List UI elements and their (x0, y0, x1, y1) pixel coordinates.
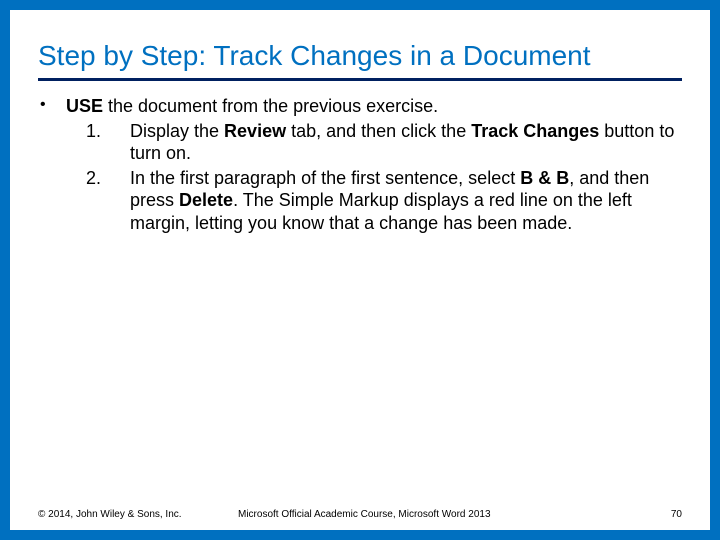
step-indent (38, 120, 86, 165)
bold-term: Track Changes (471, 121, 599, 141)
slide-inner: Step by Step: Track Changes in a Documen… (10, 10, 710, 530)
bold-term: Review (224, 121, 286, 141)
footer: © 2014, John Wiley & Sons, Inc. Microsof… (38, 509, 682, 520)
footer-course: Microsoft Official Academic Course, Micr… (238, 509, 642, 520)
step-row: 1.Display the Review tab, and then click… (38, 120, 682, 165)
lead-rest: the document from the previous exercise. (103, 96, 438, 116)
steps-list: 1.Display the Review tab, and then click… (38, 120, 682, 235)
step-number: 1. (86, 120, 130, 165)
step-row: 2.In the first paragraph of the first se… (38, 167, 682, 235)
step-indent (38, 167, 86, 235)
lead-text: USE the document from the previous exerc… (66, 95, 682, 118)
step-text: In the first paragraph of the first sent… (130, 167, 682, 235)
slide-title: Step by Step: Track Changes in a Documen… (38, 40, 682, 72)
lead-bold: USE (66, 96, 103, 116)
lead-bullet: • USE the document from the previous exe… (38, 95, 682, 118)
text-run: Display the (130, 121, 224, 141)
footer-page: 70 (642, 509, 682, 520)
text-run: tab, and then click the (286, 121, 471, 141)
bold-term: B & B (520, 168, 569, 188)
text-run: In the first paragraph of the first sent… (130, 168, 520, 188)
bullet-icon: • (38, 95, 66, 118)
body-text: • USE the document from the previous exe… (38, 95, 682, 234)
step-number: 2. (86, 167, 130, 235)
footer-copyright: © 2014, John Wiley & Sons, Inc. (38, 509, 238, 520)
bold-term: Delete (179, 190, 233, 210)
slide-frame: Step by Step: Track Changes in a Documen… (0, 0, 720, 540)
title-rule (38, 78, 682, 81)
step-text: Display the Review tab, and then click t… (130, 120, 682, 165)
